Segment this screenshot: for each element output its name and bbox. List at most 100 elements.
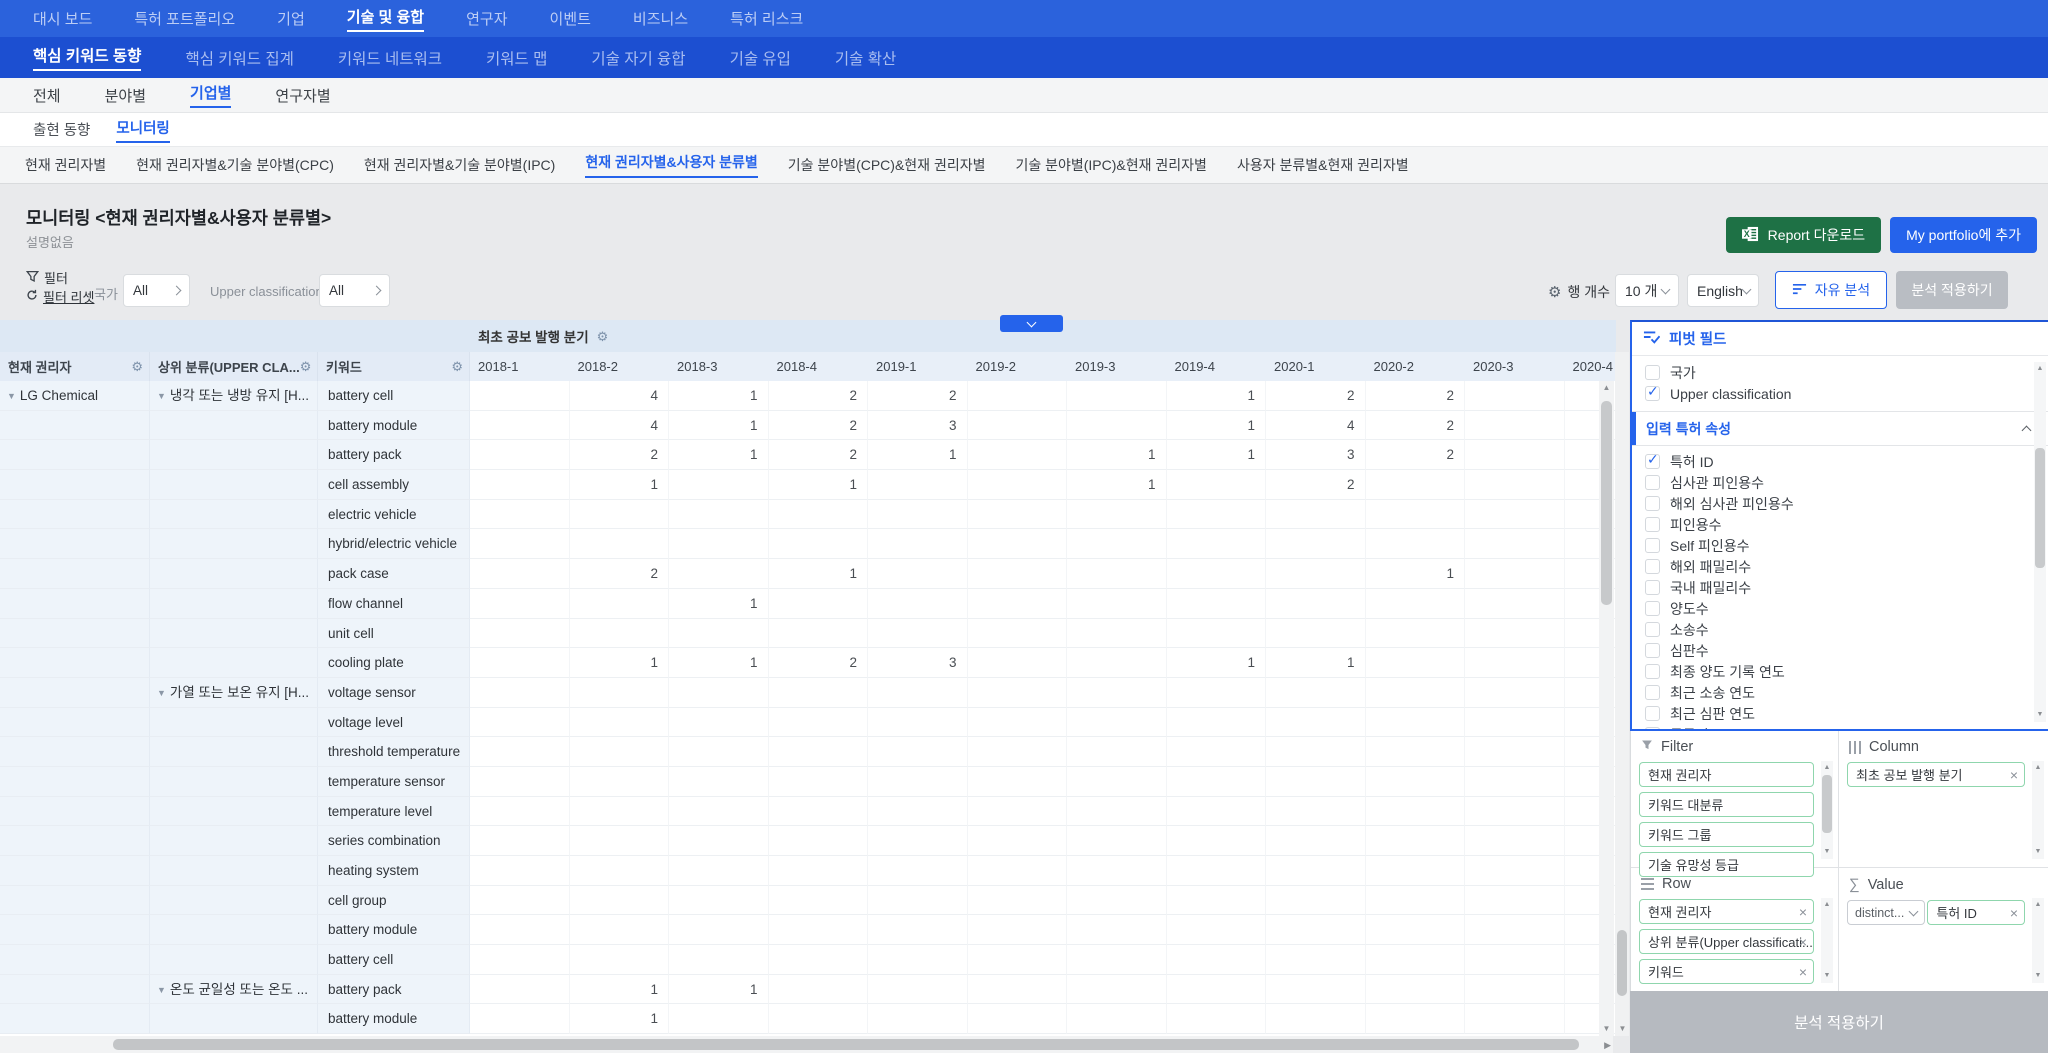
scroll-up-arrow[interactable]: ▲ <box>2032 898 2044 912</box>
close-icon[interactable]: × <box>1799 935 1807 949</box>
pivot-attribute-item[interactable]: 최근 소송 연도 <box>1632 682 2048 703</box>
filter-zone-scrollbar[interactable]: ▲ ▼ <box>1821 761 1833 859</box>
column-zone-scrollbar[interactable]: ▲ ▼ <box>2032 761 2044 859</box>
upper-classification-dropdown[interactable]: All <box>319 274 390 307</box>
scrollbar-thumb[interactable] <box>1822 775 1832 833</box>
gear-icon[interactable]: ⚙ <box>300 360 312 373</box>
sub-nav-item[interactable]: 키워드 맵 <box>486 47 547 69</box>
view-tab[interactable]: 모니터링 <box>116 117 170 143</box>
pivot-attribute-item[interactable]: 심사관 피인용수 <box>1632 472 2048 493</box>
table-vertical-scrollbar[interactable]: ▲ ▼ <box>1599 381 1614 1036</box>
pivot-attribute-item[interactable]: Self 피인용수 <box>1632 535 2048 556</box>
free-analysis-button[interactable]: 자유 분석 <box>1775 271 1887 309</box>
scrollbar-thumb[interactable] <box>2035 448 2045 568</box>
close-icon[interactable]: × <box>2010 906 2018 920</box>
scope-tab[interactable]: 기업별 <box>190 82 232 108</box>
row-field-chip[interactable]: 상위 분류(Upper classificati... × <box>1639 929 1814 954</box>
sub-nav-item[interactable]: 기술 확산 <box>835 47 896 69</box>
aggregation-dropdown[interactable]: distinct... <box>1847 900 1926 925</box>
column-field-chip[interactable]: 최초 공보 발행 분기 × <box>1847 762 2025 787</box>
table-horizontal-scrollbar[interactable]: ▶ <box>0 1036 1613 1053</box>
scroll-down-arrow[interactable]: ▼ <box>1615 1022 1630 1036</box>
report-download-button[interactable]: X Report 다운로드 <box>1725 217 1882 253</box>
monitoring-tab[interactable]: 기술 분야별(IPC)&현재 권리자별 <box>1015 155 1206 175</box>
main-nav-item[interactable]: 비즈니스 <box>633 8 688 29</box>
scroll-down-arrow[interactable]: ▼ <box>2032 969 2044 983</box>
apply-analysis-button[interactable]: 분석 적용하기 <box>1630 991 2048 1053</box>
checkbox[interactable] <box>1645 383 1660 401</box>
sub-nav-item[interactable]: 핵심 키워드 동향 <box>33 44 142 71</box>
scroll-up-arrow[interactable]: ▲ <box>2032 761 2044 775</box>
scrollbar-thumb[interactable] <box>113 1039 1579 1050</box>
main-nav-item[interactable]: 연구자 <box>466 8 507 29</box>
scroll-down-arrow[interactable]: ▼ <box>2032 845 2044 859</box>
checkbox[interactable] <box>1645 475 1660 490</box>
gear-icon[interactable]: ⚙ <box>597 330 609 343</box>
checkbox[interactable] <box>1645 664 1660 679</box>
gear-icon[interactable]: ⚙ <box>131 360 143 373</box>
pivot-attribute-item[interactable]: 소송수 <box>1632 619 2048 640</box>
collapse-header-button[interactable] <box>1000 315 1063 332</box>
scroll-up-arrow[interactable]: ▲ <box>1599 381 1614 395</box>
pivot-attribute-item[interactable]: 피인용수 <box>1632 514 2048 535</box>
gear-icon[interactable]: ⚙ <box>1548 285 1561 300</box>
input-patent-attributes-section[interactable]: 입력 특허 속성 <box>1632 411 2048 446</box>
pivot-list-scrollbar[interactable]: ▲ ▼ <box>2034 362 2046 722</box>
monitoring-tab[interactable]: 기술 분야별(CPC)&현재 권리자별 <box>788 155 986 175</box>
row-field-chip[interactable]: 현재 권리자 × <box>1639 899 1814 924</box>
collapse-triangle-icon[interactable]: ▼ <box>157 976 166 1004</box>
scroll-down-arrow[interactable]: ▼ <box>2034 708 2046 722</box>
scope-tab[interactable]: 전체 <box>33 85 61 106</box>
scroll-down-arrow[interactable]: ▼ <box>1599 1022 1614 1036</box>
filter-toggle[interactable]: 필터 <box>25 268 94 287</box>
sub-nav-item[interactable]: 기술 유입 <box>730 47 791 69</box>
main-nav-item[interactable]: 기업 <box>277 8 305 29</box>
apply-analysis-button-top[interactable]: 분석 적용하기 <box>1896 271 2008 309</box>
value-zone-scrollbar[interactable]: ▲ ▼ <box>2032 898 2044 983</box>
pivot-attribute-item[interactable]: 해외 심사관 피인용수 <box>1632 493 2048 514</box>
row-field-chip[interactable]: 키워드 × <box>1639 959 1814 984</box>
main-nav-item[interactable]: 기술 및 융합 <box>346 6 425 32</box>
collapse-triangle-icon[interactable]: ▼ <box>7 382 16 410</box>
checkbox[interactable] <box>1645 601 1660 616</box>
scrollbar-thumb[interactable] <box>1617 930 1627 996</box>
value-field-chip[interactable]: 특허 ID × <box>1927 900 2025 925</box>
checkbox[interactable] <box>1645 451 1660 469</box>
view-tab[interactable]: 출현 동향 <box>33 119 90 140</box>
checkbox[interactable] <box>1645 559 1660 574</box>
pivot-attribute-item[interactable]: 등록연도 <box>1632 724 2048 729</box>
checkbox[interactable] <box>1645 517 1660 532</box>
pivot-attribute-item[interactable]: 심판수 <box>1632 640 2048 661</box>
country-dropdown[interactable]: All <box>123 274 190 307</box>
scope-tab[interactable]: 분야별 <box>105 85 146 106</box>
close-icon[interactable]: × <box>2010 768 2018 782</box>
collapse-triangle-icon[interactable]: ▼ <box>157 679 166 707</box>
scroll-up-arrow[interactable]: ▲ <box>1821 898 1833 912</box>
pivot-attribute-item[interactable]: 최근 심판 연도 <box>1632 703 2048 724</box>
gear-icon[interactable]: ⚙ <box>451 360 463 373</box>
monitoring-tab[interactable]: 현재 권리자별 <box>25 155 106 175</box>
scrollbar-thumb[interactable] <box>1601 401 1612 605</box>
checkbox[interactable] <box>1645 685 1660 700</box>
pivot-field-item[interactable]: 국가 <box>1632 362 2048 383</box>
checkbox[interactable] <box>1645 496 1660 511</box>
checkbox[interactable] <box>1645 580 1660 595</box>
checkbox[interactable] <box>1645 706 1660 721</box>
sub-nav-item[interactable]: 키워드 네트워크 <box>338 47 442 69</box>
pivot-attribute-item[interactable]: 특허 ID <box>1632 451 2048 472</box>
scope-tab[interactable]: 연구자별 <box>275 85 330 106</box>
monitoring-tab[interactable]: 현재 권리자별&기술 분야별(CPC) <box>136 155 334 175</box>
pivot-field-item[interactable]: Upper classification <box>1632 383 2048 404</box>
pivot-attribute-item[interactable]: 양도수 <box>1632 598 2048 619</box>
scroll-up-arrow[interactable]: ▲ <box>2034 362 2046 376</box>
main-nav-item[interactable]: 특허 리스크 <box>730 8 803 29</box>
main-nav-item[interactable]: 대시 보드 <box>33 8 92 29</box>
pivot-attribute-item[interactable]: 해외 패밀리수 <box>1632 556 2048 577</box>
pivot-attribute-item[interactable]: 국내 패밀리수 <box>1632 577 2048 598</box>
filter-reset-button[interactable]: 필터 리셋 <box>26 287 94 306</box>
row-zone-scrollbar[interactable]: ▲ ▼ <box>1821 898 1833 983</box>
panel-vertical-scrollbar[interactable]: ▼ <box>1615 352 1629 1036</box>
monitoring-tab[interactable]: 현재 권리자별&기술 분야별(IPC) <box>364 155 555 175</box>
checkbox[interactable] <box>1645 643 1660 658</box>
checkbox[interactable] <box>1645 622 1660 637</box>
